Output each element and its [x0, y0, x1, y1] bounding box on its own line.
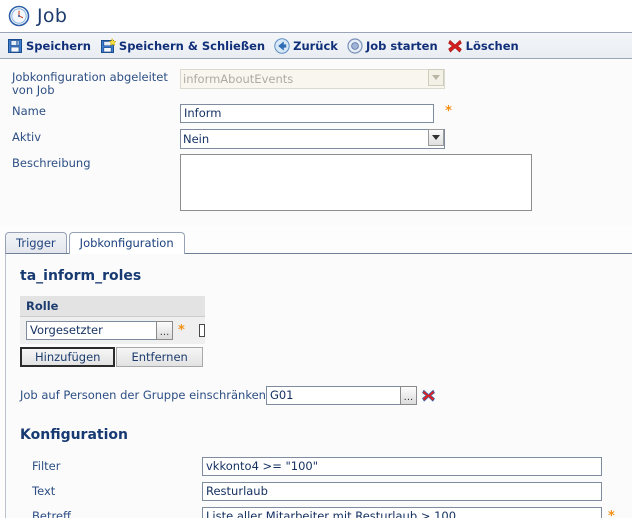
save-floppy-icon — [7, 38, 23, 54]
text-label: Text — [32, 484, 56, 498]
save-button-label: Speichern — [26, 38, 91, 53]
roles-column-header-rolle: Rolle — [20, 295, 205, 317]
name-label: Name — [12, 104, 46, 118]
derived-job-select[interactable]: informAboutEvents — [180, 69, 445, 89]
name-input[interactable] — [180, 103, 434, 123]
text-input[interactable] — [202, 481, 602, 501]
config-row-betreff: Betreff * — [20, 506, 632, 518]
field-row-active: Aktiv Nein — [0, 128, 632, 149]
roles-grid: Rolle ... * Hinzufügen Entfernen — [20, 295, 632, 367]
delete-button[interactable]: Löschen — [447, 38, 519, 54]
description-textarea[interactable] — [180, 153, 532, 211]
delete-button-label: Löschen — [465, 38, 519, 53]
job-header-form: Jobkonfiguration abgeleitet von Job info… — [0, 59, 632, 226]
back-button[interactable]: Zurück — [274, 37, 338, 54]
filter-label: Filter — [32, 459, 61, 473]
role-required-marker: * — [178, 322, 185, 338]
field-row-derived-job: Jobkonfiguration abgeleitet von Job info… — [0, 68, 632, 97]
start-job-icon — [347, 37, 363, 54]
group-restriction-label: Job auf Personen der Gruppe einschränken — [20, 388, 266, 402]
clock-icon — [8, 5, 30, 27]
back-button-label: Zurück — [293, 38, 338, 53]
derived-job-label: Jobkonfiguration abgeleitet von Job — [12, 70, 168, 97]
tab-trigger[interactable]: Trigger — [5, 231, 67, 253]
role-lookup-group: ... — [26, 320, 173, 340]
jobkonfiguration-panel: ta_inform_roles Rolle ... * Hinzufügen E… — [5, 252, 632, 518]
roles-button-row: Hinzufügen Entfernen — [20, 346, 632, 367]
config-section-title: Konfiguration — [20, 426, 128, 443]
roles-section-title: ta_inform_roles — [20, 267, 142, 284]
name-required-marker: * — [445, 104, 452, 119]
config-row-filter: Filter — [20, 456, 632, 476]
save-and-close-button[interactable]: Speichern & Schließen — [100, 37, 266, 54]
save-and-close-button-label: Speichern & Schließen — [118, 38, 266, 53]
group-input[interactable] — [265, 385, 401, 405]
roles-grid-row: ... * — [20, 316, 205, 344]
role-input[interactable] — [26, 320, 157, 340]
role-row-checkbox[interactable] — [198, 323, 205, 337]
tab-trigger-label: Trigger — [16, 235, 56, 250]
save-button[interactable]: Speichern — [7, 38, 91, 54]
start-job-button-label: Job starten — [365, 38, 438, 53]
derived-job-select-wrapper[interactable]: informAboutEvents — [180, 68, 445, 89]
window-titlebar: Job — [0, 0, 632, 33]
filter-input[interactable] — [202, 456, 602, 476]
role-lookup-button[interactable]: ... — [156, 320, 173, 340]
save-close-floppy-icon — [100, 37, 117, 54]
betreff-label: Betreff — [32, 509, 71, 518]
group-clear-delete-x-icon[interactable] — [421, 388, 436, 403]
tabstrip: Trigger Jobkonfiguration — [5, 231, 632, 254]
delete-x-icon — [447, 38, 463, 54]
tab-jobkonfiguration-label: Jobkonfiguration — [79, 235, 174, 250]
description-label: Beschreibung — [12, 155, 91, 170]
group-restriction-row: Job auf Personen der Gruppe einschränken… — [20, 385, 632, 405]
config-fields: Filter Text Betreff * — [20, 456, 632, 518]
page-title: Job — [37, 5, 68, 27]
field-row-name: Name * — [0, 102, 632, 123]
back-arrow-icon — [274, 37, 290, 54]
betreff-required-marker: * — [608, 508, 615, 518]
betreff-input[interactable] — [202, 506, 602, 518]
config-row-text: Text — [20, 481, 632, 501]
group-lookup-group: ... — [265, 385, 417, 405]
active-select[interactable]: Nein — [180, 128, 445, 149]
field-row-description: Beschreibung — [0, 153, 632, 215]
add-role-button[interactable]: Hinzufügen — [20, 346, 116, 367]
tab-jobkonfiguration[interactable]: Jobkonfiguration — [68, 231, 185, 254]
main-toolbar: Speichern Speichern & Schließen Zurück J… — [0, 33, 632, 59]
group-lookup-button[interactable]: ... — [399, 385, 417, 405]
active-select-wrapper[interactable]: Nein — [180, 128, 445, 149]
active-label: Aktiv — [12, 129, 42, 144]
remove-role-button[interactable]: Entfernen — [116, 346, 203, 367]
start-job-button[interactable]: Job starten — [347, 37, 438, 54]
job-editor-page: Job Speichern Speichern & Schließen Zurü… — [0, 0, 632, 518]
